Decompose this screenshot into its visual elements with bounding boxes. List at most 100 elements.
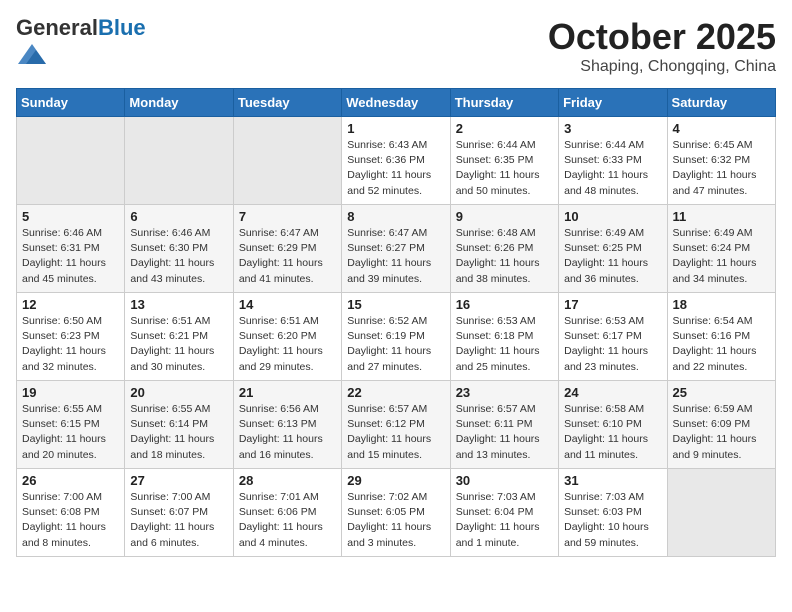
weekday-header-wednesday: Wednesday <box>342 89 450 117</box>
day-number: 18 <box>673 297 770 312</box>
calendar-cell: 1 Sunrise: 6:43 AM Sunset: 6:36 PM Daylig… <box>342 117 450 205</box>
day-number: 17 <box>564 297 661 312</box>
day-info: Sunrise: 7:03 AM Sunset: 6:03 PM Dayligh… <box>564 490 661 551</box>
day-number: 3 <box>564 121 661 136</box>
calendar-cell: 9Sunrise: 6:48 AM Sunset: 6:26 PM Daylig… <box>450 205 558 293</box>
calendar-cell <box>233 117 341 205</box>
calendar-cell: 5 Sunrise: 6:46 AM Sunset: 6:31 PM Daylig… <box>17 205 125 293</box>
day-info: Sunrise: 6:44 AM Sunset: 6:35 PM Dayligh… <box>456 138 553 199</box>
day-info: Sunrise: 6:49 AM Sunset: 6:24 PM Dayligh… <box>673 226 770 287</box>
day-number: 8 <box>347 209 444 224</box>
day-info: Sunrise: 6:46 AM Sunset: 6:31 PM Dayligh… <box>22 226 119 287</box>
calendar-cell: 29 Sunrise: 7:02 AM Sunset: 6:05 PM Dayli… <box>342 469 450 557</box>
day-number: 7 <box>239 209 336 224</box>
week-row-5: 26 Sunrise: 7:00 AM Sunset: 6:08 PM Dayli… <box>17 469 776 557</box>
day-number: 26 <box>22 473 119 488</box>
day-number: 13 <box>130 297 227 312</box>
logo-icon <box>18 40 46 68</box>
day-number: 27 <box>130 473 227 488</box>
week-row-3: 12Sunrise: 6:50 AM Sunset: 6:23 PM Dayli… <box>17 293 776 381</box>
day-info: Sunrise: 7:01 AM Sunset: 6:06 PM Dayligh… <box>239 490 336 551</box>
calendar-cell: 30Sunrise: 7:03 AM Sunset: 6:04 PM Dayli… <box>450 469 558 557</box>
calendar-cell: 26 Sunrise: 7:00 AM Sunset: 6:08 PM Dayli… <box>17 469 125 557</box>
day-number: 1 <box>347 121 444 136</box>
day-number: 14 <box>239 297 336 312</box>
day-number: 31 <box>564 473 661 488</box>
day-info: Sunrise: 7:00 AM Sunset: 6:08 PM Dayligh… <box>22 490 119 551</box>
day-info: Sunrise: 6:56 AM Sunset: 6:13 PM Dayligh… <box>239 402 336 463</box>
day-info: Sunrise: 7:00 AM Sunset: 6:07 PM Dayligh… <box>130 490 227 551</box>
logo: GeneralBlue <box>16 16 146 73</box>
day-info: Sunrise: 6:47 AM Sunset: 6:27 PM Dayligh… <box>347 226 444 287</box>
weekday-header-sunday: Sunday <box>17 89 125 117</box>
calendar-cell <box>17 117 125 205</box>
day-number: 16 <box>456 297 553 312</box>
day-number: 5 <box>22 209 119 224</box>
calendar-cell: 7 Sunrise: 6:47 AM Sunset: 6:29 PM Daylig… <box>233 205 341 293</box>
day-number: 24 <box>564 385 661 400</box>
calendar-cell: 18 Sunrise: 6:54 AM Sunset: 6:16 PM Dayli… <box>667 293 775 381</box>
day-number: 15 <box>347 297 444 312</box>
day-info: Sunrise: 6:52 AM Sunset: 6:19 PM Dayligh… <box>347 314 444 375</box>
day-info: Sunrise: 6:49 AM Sunset: 6:25 PM Dayligh… <box>564 226 661 287</box>
calendar-cell: 13 Sunrise: 6:51 AM Sunset: 6:21 PM Dayli… <box>125 293 233 381</box>
day-info: Sunrise: 6:46 AM Sunset: 6:30 PM Dayligh… <box>130 226 227 287</box>
day-info: Sunrise: 7:03 AM Sunset: 6:04 PM Dayligh… <box>456 490 553 551</box>
day-number: 20 <box>130 385 227 400</box>
calendar-cell: 28 Sunrise: 7:01 AM Sunset: 6:06 PM Dayli… <box>233 469 341 557</box>
weekday-header-tuesday: Tuesday <box>233 89 341 117</box>
day-info: Sunrise: 6:53 AM Sunset: 6:17 PM Dayligh… <box>564 314 661 375</box>
day-info: Sunrise: 6:45 AM Sunset: 6:32 PM Dayligh… <box>673 138 770 199</box>
location: Shaping, Chongqing, China <box>548 58 776 76</box>
week-row-2: 5 Sunrise: 6:46 AM Sunset: 6:31 PM Daylig… <box>17 205 776 293</box>
calendar-cell: 25 Sunrise: 6:59 AM Sunset: 6:09 PM Dayli… <box>667 381 775 469</box>
weekday-header-friday: Friday <box>559 89 667 117</box>
day-number: 9 <box>456 209 553 224</box>
calendar-body: 1 Sunrise: 6:43 AM Sunset: 6:36 PM Daylig… <box>17 117 776 557</box>
calendar-cell: 15 Sunrise: 6:52 AM Sunset: 6:19 PM Dayli… <box>342 293 450 381</box>
day-info: Sunrise: 6:53 AM Sunset: 6:18 PM Dayligh… <box>456 314 553 375</box>
calendar-cell: 12Sunrise: 6:50 AM Sunset: 6:23 PM Dayli… <box>17 293 125 381</box>
calendar-cell: 23 Sunrise: 6:57 AM Sunset: 6:11 PM Dayli… <box>450 381 558 469</box>
day-info: Sunrise: 7:02 AM Sunset: 6:05 PM Dayligh… <box>347 490 444 551</box>
title-block: October 2025 Shaping, Chongqing, China <box>548 16 776 76</box>
calendar-cell: 11Sunrise: 6:49 AM Sunset: 6:24 PM Dayli… <box>667 205 775 293</box>
day-info: Sunrise: 6:51 AM Sunset: 6:20 PM Dayligh… <box>239 314 336 375</box>
calendar-cell: 16 Sunrise: 6:53 AM Sunset: 6:18 PM Dayli… <box>450 293 558 381</box>
weekday-header-monday: Monday <box>125 89 233 117</box>
day-info: Sunrise: 6:58 AM Sunset: 6:10 PM Dayligh… <box>564 402 661 463</box>
calendar-cell: 24 Sunrise: 6:58 AM Sunset: 6:10 PM Dayli… <box>559 381 667 469</box>
calendar-cell <box>667 469 775 557</box>
weekday-header-saturday: Saturday <box>667 89 775 117</box>
calendar-table: SundayMondayTuesdayWednesdayThursdayFrid… <box>16 88 776 557</box>
day-number: 6 <box>130 209 227 224</box>
calendar-cell: 22 Sunrise: 6:57 AM Sunset: 6:12 PM Dayli… <box>342 381 450 469</box>
day-number: 23 <box>456 385 553 400</box>
day-info: Sunrise: 6:44 AM Sunset: 6:33 PM Dayligh… <box>564 138 661 199</box>
page-header: GeneralBlue October 2025 Shaping, Chongq… <box>16 16 776 76</box>
day-info: Sunrise: 6:57 AM Sunset: 6:11 PM Dayligh… <box>456 402 553 463</box>
day-info: Sunrise: 6:59 AM Sunset: 6:09 PM Dayligh… <box>673 402 770 463</box>
day-number: 21 <box>239 385 336 400</box>
day-info: Sunrise: 6:47 AM Sunset: 6:29 PM Dayligh… <box>239 226 336 287</box>
day-number: 28 <box>239 473 336 488</box>
calendar-cell: 6 Sunrise: 6:46 AM Sunset: 6:30 PM Daylig… <box>125 205 233 293</box>
calendar-cell: 17 Sunrise: 6:53 AM Sunset: 6:17 PM Dayli… <box>559 293 667 381</box>
day-number: 4 <box>673 121 770 136</box>
day-number: 2 <box>456 121 553 136</box>
day-number: 29 <box>347 473 444 488</box>
day-number: 12 <box>22 297 119 312</box>
logo-general-text: General <box>16 15 98 40</box>
calendar-cell: 3 Sunrise: 6:44 AM Sunset: 6:33 PM Daylig… <box>559 117 667 205</box>
calendar-cell <box>125 117 233 205</box>
calendar-cell: 20Sunrise: 6:55 AM Sunset: 6:14 PM Dayli… <box>125 381 233 469</box>
day-number: 22 <box>347 385 444 400</box>
day-info: Sunrise: 6:51 AM Sunset: 6:21 PM Dayligh… <box>130 314 227 375</box>
week-row-1: 1 Sunrise: 6:43 AM Sunset: 6:36 PM Daylig… <box>17 117 776 205</box>
day-info: Sunrise: 6:57 AM Sunset: 6:12 PM Dayligh… <box>347 402 444 463</box>
calendar-cell: 27 Sunrise: 7:00 AM Sunset: 6:07 PM Dayli… <box>125 469 233 557</box>
day-info: Sunrise: 6:54 AM Sunset: 6:16 PM Dayligh… <box>673 314 770 375</box>
day-number: 25 <box>673 385 770 400</box>
calendar-cell: 21 Sunrise: 6:56 AM Sunset: 6:13 PM Dayli… <box>233 381 341 469</box>
day-info: Sunrise: 6:43 AM Sunset: 6:36 PM Dayligh… <box>347 138 444 199</box>
